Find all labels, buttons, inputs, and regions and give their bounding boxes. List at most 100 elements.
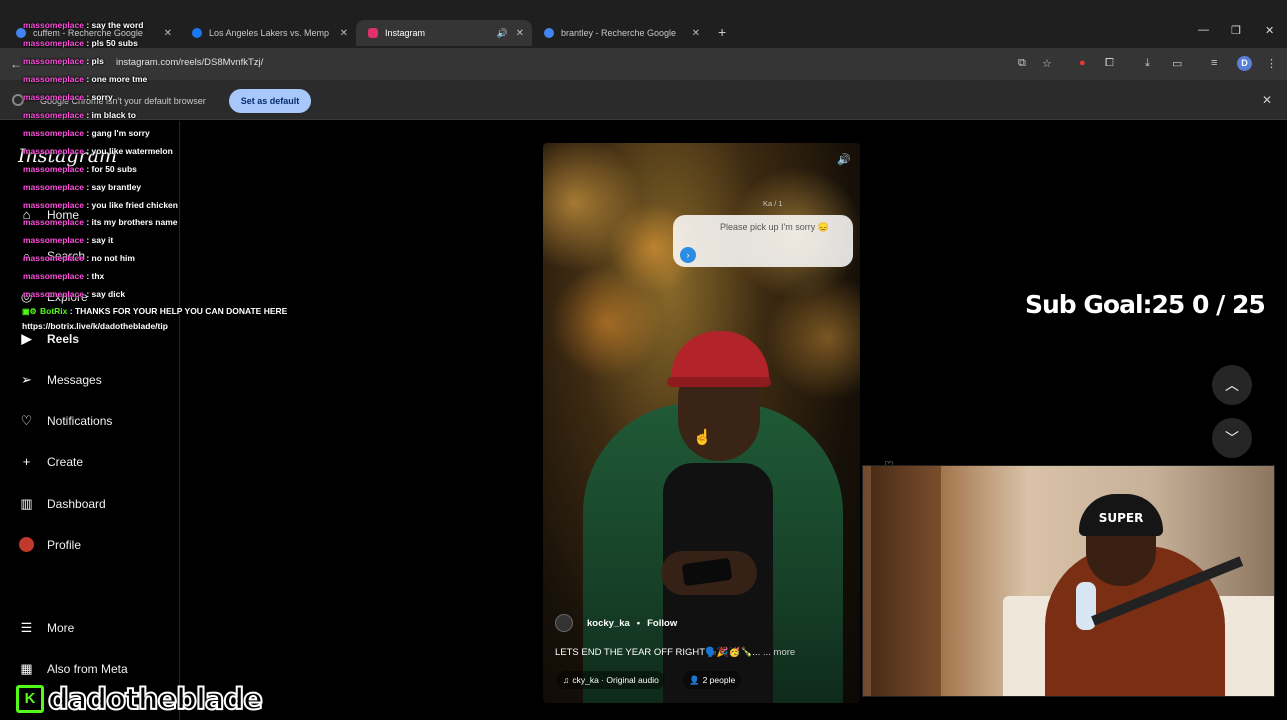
restore-icon[interactable]: ❐ [1231, 24, 1241, 37]
chat-user: massomeplace [23, 74, 84, 84]
chat-text: say the word [91, 20, 144, 30]
profile-avatar[interactable]: D [1237, 56, 1252, 71]
close-icon[interactable]: ✕ [1262, 93, 1272, 107]
reel-video[interactable]: 🔊 Ka / 1 Please pick up I'm sorry 😞 › ko… [543, 143, 860, 703]
chat-message: massomeplace : say dick [23, 289, 126, 299]
chat-text: say dick [91, 289, 126, 299]
chat-message: massomeplace : no not him [23, 253, 135, 263]
close-icon[interactable]: ✕ [692, 28, 700, 39]
kick-logo-icon: K [16, 685, 44, 713]
chat-user: massomeplace [23, 128, 84, 138]
profile-avatar-icon [18, 536, 35, 553]
sub-goal-overlay: Sub Goal:25 0 / 25 [1025, 290, 1266, 319]
nav-dashboard[interactable]: ▥ Dashboard [18, 495, 105, 512]
caption-text: LETS END THE YEAR OFF RIGHT🗣️🎉🥳🍾... [555, 647, 761, 658]
nav-label: Notifications [47, 413, 113, 428]
chat-text: sorry [91, 92, 113, 102]
volume-icon[interactable]: 🔊 [837, 153, 851, 166]
close-window-icon[interactable]: ✕ [1265, 24, 1274, 37]
chat-message: massomeplace : for 50 subs [23, 164, 137, 174]
back-icon[interactable]: ← [10, 57, 22, 71]
chat-user: massomeplace [23, 92, 84, 102]
chat-text: thx [91, 271, 105, 281]
chat-text: THANKS FOR YOUR HELP YOU CAN DONATE HERE [74, 306, 288, 316]
nav-also-from-meta[interactable]: ▦ Also from Meta [18, 660, 127, 677]
channel-name: dadotheblade [47, 681, 264, 717]
chat-message: massomeplace : you like watermelon [23, 146, 173, 156]
chat-text: no not him [91, 253, 135, 263]
media-icon[interactable]: ≡ [1211, 57, 1217, 69]
new-tab-button[interactable]: + [718, 24, 726, 40]
chat-user: massomeplace [23, 182, 84, 192]
chat-user: massomeplace [23, 164, 84, 174]
chat-message: massomeplace : im black to [23, 110, 136, 120]
chat-message: massomeplace : one more tme [23, 74, 148, 84]
chat-message: massomeplace : you like fried chicken [23, 200, 178, 210]
reels-icon: ▶ [21, 330, 32, 346]
chat-text: its my brothers name [91, 217, 178, 227]
streamer-webcam: SUPER [862, 465, 1275, 697]
author-avatar[interactable] [555, 614, 573, 632]
messages-icon: ➢ [21, 371, 32, 387]
chat-user: BotRix [40, 306, 68, 316]
set-default-button[interactable]: Set as default [229, 89, 311, 113]
tab-instagram[interactable]: Instagram 🔊 ✕ [356, 20, 532, 46]
author-name[interactable]: kocky_ka [587, 618, 630, 629]
chat-message: massomeplace : gang I'm sorry [23, 128, 150, 138]
previous-reel-button[interactable]: ︿ [1212, 365, 1252, 405]
bot-donate-link[interactable]: https://botrix.live/k/dadotheblade/tip [22, 321, 168, 331]
menu-icon: ☰ [20, 619, 33, 635]
close-icon[interactable]: ✕ [340, 28, 348, 39]
minimize-icon[interactable]: — [1198, 24, 1209, 36]
facebook-icon [192, 28, 202, 38]
google-icon [544, 28, 554, 38]
caption-more-link[interactable]: ... more [763, 647, 795, 658]
chat-message: massomeplace : thx [23, 271, 105, 281]
chat-user: massomeplace [23, 253, 84, 263]
chat-user: massomeplace [23, 200, 84, 210]
audio-label: cky_ka · Original audio [572, 675, 659, 685]
nav-messages[interactable]: ➢ Messages [18, 371, 102, 388]
bookmark-star-icon[interactable]: ☆ [1042, 57, 1052, 70]
next-reel-button[interactable]: ﹀ [1212, 418, 1252, 458]
chat-text: im black to [91, 110, 136, 120]
audio-pill[interactable]: ♫ cky_ka · Original audio [557, 671, 665, 689]
chat-message: massomeplace : say brantley [23, 182, 142, 192]
close-icon[interactable]: ✕ [164, 28, 172, 39]
door [871, 466, 941, 696]
heart-icon: ♡ [20, 412, 33, 428]
close-icon[interactable]: ✕ [516, 28, 524, 39]
download-icon[interactable]: ⤓ [1145, 57, 1150, 70]
tagged-people-pill[interactable]: 👤 2 people [683, 671, 742, 689]
cast-icon[interactable]: ▭ [1172, 57, 1182, 70]
nav-create[interactable]: + Create [18, 453, 83, 470]
music-note-icon: ♫ [563, 675, 570, 685]
chevron-right-icon: › [680, 247, 696, 263]
chat-text: one more tme [91, 74, 148, 84]
dashboard-icon: ▥ [20, 495, 33, 511]
tab-brantley[interactable]: brantley - Recherche Google ✕ [532, 20, 708, 46]
nav-label: Create [47, 454, 84, 469]
tab-lakers[interactable]: Los Angeles Lakers vs. Memphi ✕ [180, 20, 356, 46]
nav-notifications[interactable]: ♡ Notifications [18, 412, 113, 429]
chat-message: massomeplace : say the word [23, 20, 144, 30]
menu-dots-icon[interactable]: ⋮ [1266, 57, 1277, 70]
chat-user: massomeplace [23, 110, 84, 120]
chat-user: massomeplace [23, 289, 84, 299]
nav-label: Profile [47, 537, 82, 552]
install-icon[interactable]: ⧉ [1018, 57, 1026, 70]
tab-title: Instagram [385, 28, 426, 38]
nav-more[interactable]: ☰ More [18, 619, 75, 636]
extension-red-icon[interactable]: ● [1079, 57, 1086, 69]
message-text: Please pick up I'm sorry 😞 [720, 222, 829, 232]
follow-button[interactable]: Follow [647, 618, 677, 629]
nav-reels[interactable]: ▶ Reels [18, 330, 80, 347]
url-field[interactable]: instagram.com/reels/DS8MvnfkTzj/ [116, 57, 263, 68]
chat-message: massomeplace : pls 50 subs [23, 38, 138, 48]
screen: cuffem - Recherche Google ✕ Los Angeles … [0, 0, 1287, 720]
chat-text: pls 50 subs [91, 38, 138, 48]
nav-profile[interactable]: Profile [18, 536, 81, 553]
hand-cursor-icon: ☝ [693, 429, 712, 446]
speaker-icon[interactable]: 🔊 [497, 28, 508, 39]
extensions-icon[interactable]: ⧠ [1105, 57, 1114, 70]
